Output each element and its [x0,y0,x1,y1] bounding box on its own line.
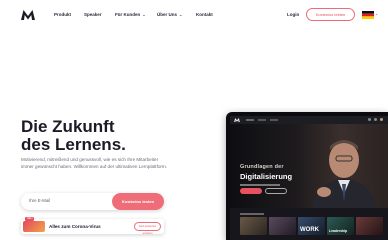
video-meta [240,184,280,186]
row-label [240,213,264,215]
login-link[interactable]: Login [287,12,299,17]
app-topbar [230,116,388,124]
corona-title: Alles zum Corona-Virus [49,224,101,229]
email-submit-button[interactable]: Kostenlos testen [112,193,164,210]
course-card-label: Leadership [329,229,348,233]
nav-item-label: Speaker [84,12,102,17]
more-info-button[interactable] [265,188,287,194]
headline-line: Die Zukunft [21,117,115,136]
new-badge: NEU [25,217,35,221]
corona-thumbnail [23,221,45,232]
chevron-down-icon[interactable]: ⌄ [375,11,378,16]
nav-item-ueber-uns[interactable]: Über Uns ⌄ [157,12,182,17]
app-tab [270,119,278,121]
nav-item-label: Produkt [54,12,72,17]
speaker-portrait [312,140,376,208]
nav-item-kontakt[interactable]: Kontakt [196,12,213,17]
course-card[interactable]: WORK [298,217,325,235]
app-screen: Grundlagen der Digitalisierung WORK Lead… [230,116,388,240]
course-card-label: WORK [300,227,319,233]
headline-line: des Lernens. [21,135,126,154]
app-preview-laptop: Grundlagen der Digitalisierung WORK Lead… [226,112,388,240]
chevron-down-icon: ⌄ [142,12,146,17]
notification-icon [374,118,377,121]
avatar [380,118,383,121]
chevron-down-icon: ⌄ [179,12,183,17]
nav-item-speaker[interactable]: Speaker [84,12,102,17]
nav-item-fuer-kunden[interactable]: Für Kunden ⌄ [115,12,146,17]
video-title: Digitalisierung [240,172,293,181]
corona-watch-button[interactable]: Jetzt kostenlos ansehen [134,222,161,235]
course-card[interactable] [240,217,267,235]
course-card[interactable] [269,217,296,235]
de-flag-icon[interactable] [362,11,374,19]
free-trial-button[interactable]: Kostenlos testen [306,8,355,21]
nav-item-label: Für Kunden [115,12,141,17]
search-icon [368,118,371,121]
course-card[interactable] [356,217,383,235]
nav-item-label: Über Uns [157,12,178,17]
hero-subtext: Motivierend, mitreißend und genussvoll, … [21,157,168,169]
brand-logo-icon[interactable] [21,10,35,20]
featured-video[interactable]: Grundlagen der Digitalisierung [230,124,388,208]
brand-logo-icon [234,118,240,122]
nav-item-label: Kontakt [196,12,213,17]
email-signup-form: Ihre E-Mail Kostenlos testen [21,193,164,210]
hero-headline: Die Zukunft des Lernens. [21,118,181,154]
app-tab [246,119,254,121]
top-navigation: Produkt Speaker Für Kunden ⌄ Über Uns ⌄ Ko… [0,0,388,30]
nav-item-produkt[interactable]: Produkt [54,12,71,17]
app-tab [258,119,266,121]
play-button[interactable] [240,188,262,194]
course-card[interactable]: Leadership [327,217,354,235]
course-row: WORK Leadership [240,217,388,235]
email-input[interactable]: Ihre E-Mail [29,198,50,203]
video-kicker: Grundlagen der [240,164,284,170]
corona-banner[interactable]: NEU Alles zum Corona-Virus Jetzt kostenl… [21,217,164,235]
